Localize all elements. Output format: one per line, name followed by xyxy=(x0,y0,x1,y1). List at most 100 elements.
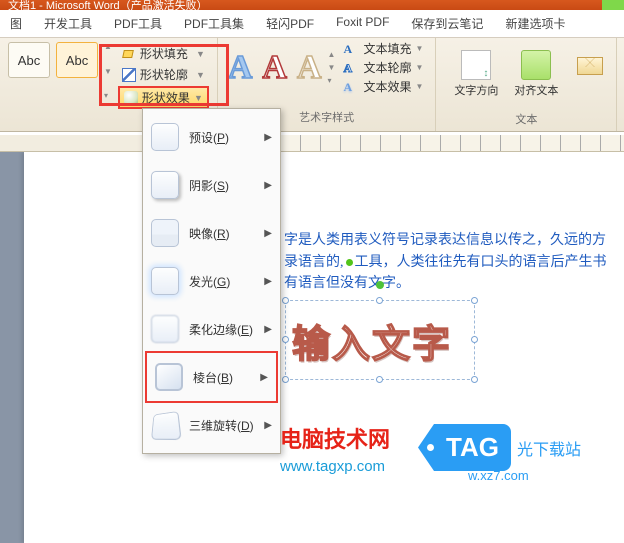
shape-fill-label: 形状填充 xyxy=(140,45,188,62)
align-text-button[interactable]: 对齐文本 xyxy=(508,46,564,102)
menu-glow[interactable]: 发光(G) ▶ xyxy=(143,257,280,305)
text-effects-icon: A xyxy=(343,80,359,94)
menu-shadow[interactable]: 阴影(S) ▶ xyxy=(143,161,280,209)
shape-style-2[interactable]: Abc xyxy=(56,42,98,78)
resize-handle[interactable] xyxy=(282,376,289,383)
link-button[interactable] xyxy=(568,46,604,102)
submenu-arrow-icon: ▶ xyxy=(264,132,272,143)
effects-icon xyxy=(124,91,138,105)
gallery-down-icon[interactable]: ▼ xyxy=(104,67,112,76)
submenu-arrow-icon: ▶ xyxy=(264,276,272,287)
menu-bevel[interactable]: 棱台(B) ▶ xyxy=(145,351,278,403)
text-outline-icon: A xyxy=(343,61,359,75)
menu-preset[interactable]: 预设(P) ▶ xyxy=(143,113,280,161)
align-text-icon xyxy=(521,50,551,80)
text-effects-button[interactable]: A 文本效果 ▼ xyxy=(343,78,423,95)
wordart-gallery[interactable]: A A A xyxy=(226,45,324,91)
tab-pdf1[interactable]: PDF工具 xyxy=(110,13,166,34)
text-fx-group: A 文本填充 ▼ A 文本轮廓 ▼ A 文本效果 ▼ xyxy=(339,38,427,97)
shape-effects-button[interactable]: 形状效果 ▼ xyxy=(118,86,209,109)
chevron-down-icon: ▼ xyxy=(415,44,423,53)
menu-softedge[interactable]: 柔化边缘(E) ▶ xyxy=(143,305,280,353)
shape-effects-label: 形状效果 xyxy=(142,89,190,106)
text-outline-button[interactable]: A 文本轮廓 ▼ xyxy=(343,59,423,76)
wordart-placeholder-text[interactable]: 输入文字 xyxy=(286,301,474,380)
envelope-icon xyxy=(574,50,604,80)
watermark-url: www.tagxp.com xyxy=(280,458,390,475)
horizontal-ruler xyxy=(0,135,624,152)
submenu-arrow-icon: ▶ xyxy=(264,228,272,239)
paint-bucket-icon xyxy=(122,48,136,60)
tab-foxit[interactable]: Foxit PDF xyxy=(332,13,393,34)
gallery-up-icon[interactable]: ▲ xyxy=(328,50,336,59)
menu-3drotation[interactable]: 三维旋转(D) ▶ xyxy=(143,401,280,449)
resize-handle[interactable] xyxy=(471,297,478,304)
resize-handle[interactable] xyxy=(471,336,478,343)
text-direction-icon xyxy=(461,50,491,80)
gallery-more-icon[interactable]: ▾ xyxy=(104,91,112,100)
text-direction-button[interactable]: 文字方向 xyxy=(448,46,504,102)
watermark: 电脑技术网 www.tagxp.com xyxy=(280,422,390,475)
preset-icon xyxy=(151,123,179,151)
submenu-arrow-icon: ▶ xyxy=(264,420,272,431)
tab-cloud[interactable]: 保存到云笔记 xyxy=(407,13,487,34)
resize-handle[interactable] xyxy=(376,376,383,383)
wordart-style-2[interactable]: A xyxy=(262,49,287,87)
wordart-style-3[interactable]: A xyxy=(297,49,322,87)
bevel-icon xyxy=(155,363,183,391)
group-label-text: 文本 xyxy=(515,111,537,127)
tab-highlight xyxy=(602,0,624,10)
text-line-1: 字是人类用表义符号记录表达信息以传之，久远的方 xyxy=(284,230,624,252)
shape-outline-label: 形状轮廓 xyxy=(140,66,188,83)
site-url: w.xz7.com xyxy=(468,468,529,483)
submenu-arrow-icon: ▶ xyxy=(264,324,272,335)
site-name: 光下载站 xyxy=(517,436,581,460)
shape-fill-button[interactable]: 形状填充 ▼ xyxy=(118,44,209,63)
menu-reflection[interactable]: 映像(R) ▶ xyxy=(143,209,280,257)
tag-badge-box: TAG xyxy=(434,424,511,471)
wordart-selection-box[interactable]: 输入文字 xyxy=(285,300,475,380)
anchor-dot-icon xyxy=(346,259,353,266)
resize-handle[interactable] xyxy=(282,297,289,304)
shape-fill-group: 形状填充 ▼ 形状轮廓 ▼ 形状效果 ▼ xyxy=(118,42,209,109)
softedge-icon xyxy=(151,315,179,343)
chevron-down-icon: ▼ xyxy=(194,93,203,103)
shape-outline-button[interactable]: 形状轮廓 ▼ xyxy=(118,65,209,84)
shadow-icon xyxy=(151,171,179,199)
chevron-down-icon: ▼ xyxy=(196,70,205,80)
glow-icon xyxy=(151,267,179,295)
tag-watermark: TAG 光下载站 xyxy=(434,424,581,471)
watermark-title: 电脑技术网 xyxy=(280,422,390,454)
gallery-more-icon[interactable]: ▾ xyxy=(328,76,336,85)
shape-style-gallery[interactable]: Abc Abc xyxy=(8,42,98,78)
tab-pdf3[interactable]: 轻闪PDF xyxy=(262,13,318,34)
shape-style-1[interactable]: Abc xyxy=(8,42,50,78)
ribbon: Abc Abc ▲ ▼ ▾ 形状填充 ▼ 形状轮廓 ▼ 形状效果 ▼ xyxy=(0,38,624,132)
chevron-down-icon: ▼ xyxy=(196,49,205,59)
document-text[interactable]: 字是人类用表义符号记录表达信息以传之，久远的方 录语言的,工具，人类往往先有口头… xyxy=(284,230,624,295)
text-line-3: 有语言但没有文字。 xyxy=(284,273,624,295)
rotation3d-icon xyxy=(151,411,182,440)
resize-handle[interactable] xyxy=(282,336,289,343)
gallery-up-icon[interactable]: ▲ xyxy=(104,42,112,51)
group-label-wordart: 艺术字样式 xyxy=(299,109,354,125)
text-fill-icon: A xyxy=(343,42,359,56)
resize-handle[interactable] xyxy=(471,376,478,383)
reflection-icon xyxy=(151,219,179,247)
tab-view[interactable]: 图 xyxy=(6,13,26,34)
text-fill-button[interactable]: A 文本填充 ▼ xyxy=(343,40,423,57)
rotation-handle[interactable] xyxy=(376,281,384,289)
group-text: 文字方向 对齐文本 文本 xyxy=(436,38,617,131)
window-title: 文档1 - Microsoft Word（产品激活失败） xyxy=(8,0,208,13)
title-bar: 文档1 - Microsoft Word（产品激活失败） xyxy=(0,0,624,10)
tab-new[interactable]: 新建选项卡 xyxy=(501,13,569,34)
chevron-down-icon: ▼ xyxy=(415,82,423,91)
tab-pdf2[interactable]: PDF工具集 xyxy=(180,13,248,34)
pen-outline-icon xyxy=(122,68,136,82)
shape-effects-menu: 预设(P) ▶ 阴影(S) ▶ 映像(R) ▶ 发光(G) ▶ 柔化边缘(E) … xyxy=(142,108,281,454)
gallery-down-icon[interactable]: ▼ xyxy=(328,63,336,72)
resize-handle[interactable] xyxy=(376,297,383,304)
wordart-style-1[interactable]: A xyxy=(228,49,253,87)
ribbon-tabs: 图 开发工具 PDF工具 PDF工具集 轻闪PDF Foxit PDF 保存到云… xyxy=(0,10,624,38)
tab-dev[interactable]: 开发工具 xyxy=(40,13,96,34)
